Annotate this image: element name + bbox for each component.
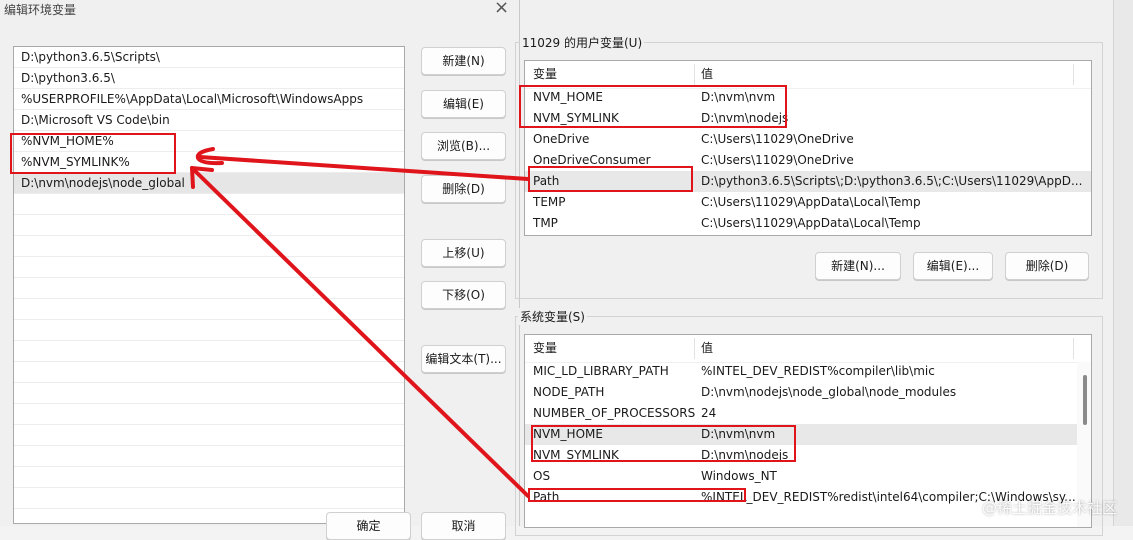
edit-text-button[interactable]: 编辑文本(T)... [421,345,506,373]
column-header-value[interactable]: 值 [701,335,713,362]
user-var-row[interactable]: TEMP C:\Users\11029\AppData\Local\Temp [525,192,1091,213]
empty-row[interactable] [14,488,404,509]
window-edge [1113,0,1133,526]
var-name: NODE_PATH [533,385,605,399]
empty-row[interactable] [14,299,404,320]
var-name: OS [533,469,551,483]
var-value: C:\Users\11029\AppData\Local\Temp [701,216,921,230]
system-var-row[interactable]: NODE_PATH D:\nvm\nodejs\node_global\node_… [525,382,1091,403]
path-entry[interactable]: D:\python3.6.5\Scripts\ [14,47,404,68]
path-entry[interactable]: %USERPROFILE%\AppData\Local\Microsoft\Wi… [14,89,404,110]
path-entry[interactable]: D:\Microsoft VS Code\bin [14,110,404,131]
system-var-row[interactable]: OS Windows_NT [525,466,1091,487]
watermark: @稀土掘金技术社区 [982,499,1118,517]
edit-environment-variable-dialog: 编辑环境变量 × D:\python3.6.5\Scripts\ D:\pyth… [0,0,520,540]
empty-row[interactable] [14,446,404,467]
user-edit-button[interactable]: 编辑(E)... [913,252,993,280]
dialog-title: 编辑环境变量 [4,3,77,17]
empty-row[interactable] [14,320,404,341]
empty-row[interactable] [14,215,404,236]
var-value: D:\python3.6.5\Scripts\;D:\python3.6.5\;… [701,174,1083,188]
user-delete-button[interactable]: 删除(D) [1005,252,1089,280]
list-header: 变量 值 [525,335,1091,363]
move-up-button[interactable]: 上移(U) [421,239,506,267]
empty-row[interactable] [14,404,404,425]
annotation-box-system-path [528,488,746,502]
var-value: Windows_NT [701,469,777,483]
var-value: 24 [701,406,717,420]
scrollbar-thumb[interactable] [1083,375,1087,425]
column-divider[interactable] [1073,338,1074,359]
empty-row[interactable] [14,278,404,299]
user-var-row[interactable]: OneDrive C:\Users\11029\OneDrive [525,129,1091,150]
system-variables-label: 系统变量(S) [518,308,587,325]
user-var-row[interactable]: TMP C:\Users\11029\AppData\Local\Temp [525,213,1091,234]
var-value: C:\Users\11029\AppData\Local\Temp [701,195,921,209]
var-name: TMP [533,216,558,230]
var-name: NUMBER_OF_PROCESSORS [533,406,696,420]
annotation-box-user-nvm [519,85,787,128]
empty-row[interactable] [14,425,404,446]
column-header-name[interactable]: 变量 [533,61,557,88]
empty-row[interactable] [14,194,404,215]
annotation-box-user-path [528,166,693,192]
user-new-button[interactable]: 新建(N)... [815,252,901,280]
var-value: %INTEL_DEV_REDIST%compiler\lib\mic [701,364,935,378]
empty-row[interactable] [14,257,404,278]
system-var-row[interactable]: MIC_LD_LIBRARY_PATH %INTEL_DEV_REDIST%com… [525,361,1091,382]
column-header-value[interactable]: 值 [701,61,713,88]
move-down-button[interactable]: 下移(O) [421,281,506,309]
browse-button[interactable]: 浏览(B)... [421,132,506,160]
column-divider[interactable] [694,338,695,359]
new-button[interactable]: 新建(N) [421,47,506,75]
var-value: C:\Users\11029\OneDrive [701,132,854,146]
cancel-button[interactable]: 取消 [421,512,506,540]
path-entry[interactable]: D:\python3.6.5\ [14,68,404,89]
user-variables-label: 11029 的用户变量(U) [520,34,645,51]
path-entries-list[interactable]: D:\python3.6.5\Scripts\ D:\python3.6.5\ … [13,46,405,524]
delete-button[interactable]: 删除(D) [421,175,506,203]
system-var-row[interactable]: NUMBER_OF_PROCESSORS 24 [525,403,1091,424]
column-divider[interactable] [1073,64,1074,85]
column-divider[interactable] [694,64,695,85]
empty-row[interactable] [14,236,404,257]
column-header-name[interactable]: 变量 [533,335,557,362]
var-name: MIC_LD_LIBRARY_PATH [533,364,669,378]
empty-row[interactable] [14,362,404,383]
annotation-box-left-nvm [10,133,176,174]
edit-button[interactable]: 编辑(E) [421,90,506,118]
empty-row[interactable] [14,467,404,488]
var-value: C:\Users\11029\OneDrive [701,153,854,167]
var-name: TEMP [533,195,566,209]
close-icon[interactable]: × [494,0,509,18]
annotation-box-system-nvm [531,425,796,462]
empty-row[interactable] [14,383,404,404]
var-name: OneDrive [533,132,590,146]
ok-button[interactable]: 确定 [326,512,411,540]
path-entry-selected[interactable]: D:\nvm\nodejs\node_global [14,173,404,194]
var-value: D:\nvm\nodejs\node_global\node_modules [701,385,957,399]
empty-row[interactable] [14,341,404,362]
